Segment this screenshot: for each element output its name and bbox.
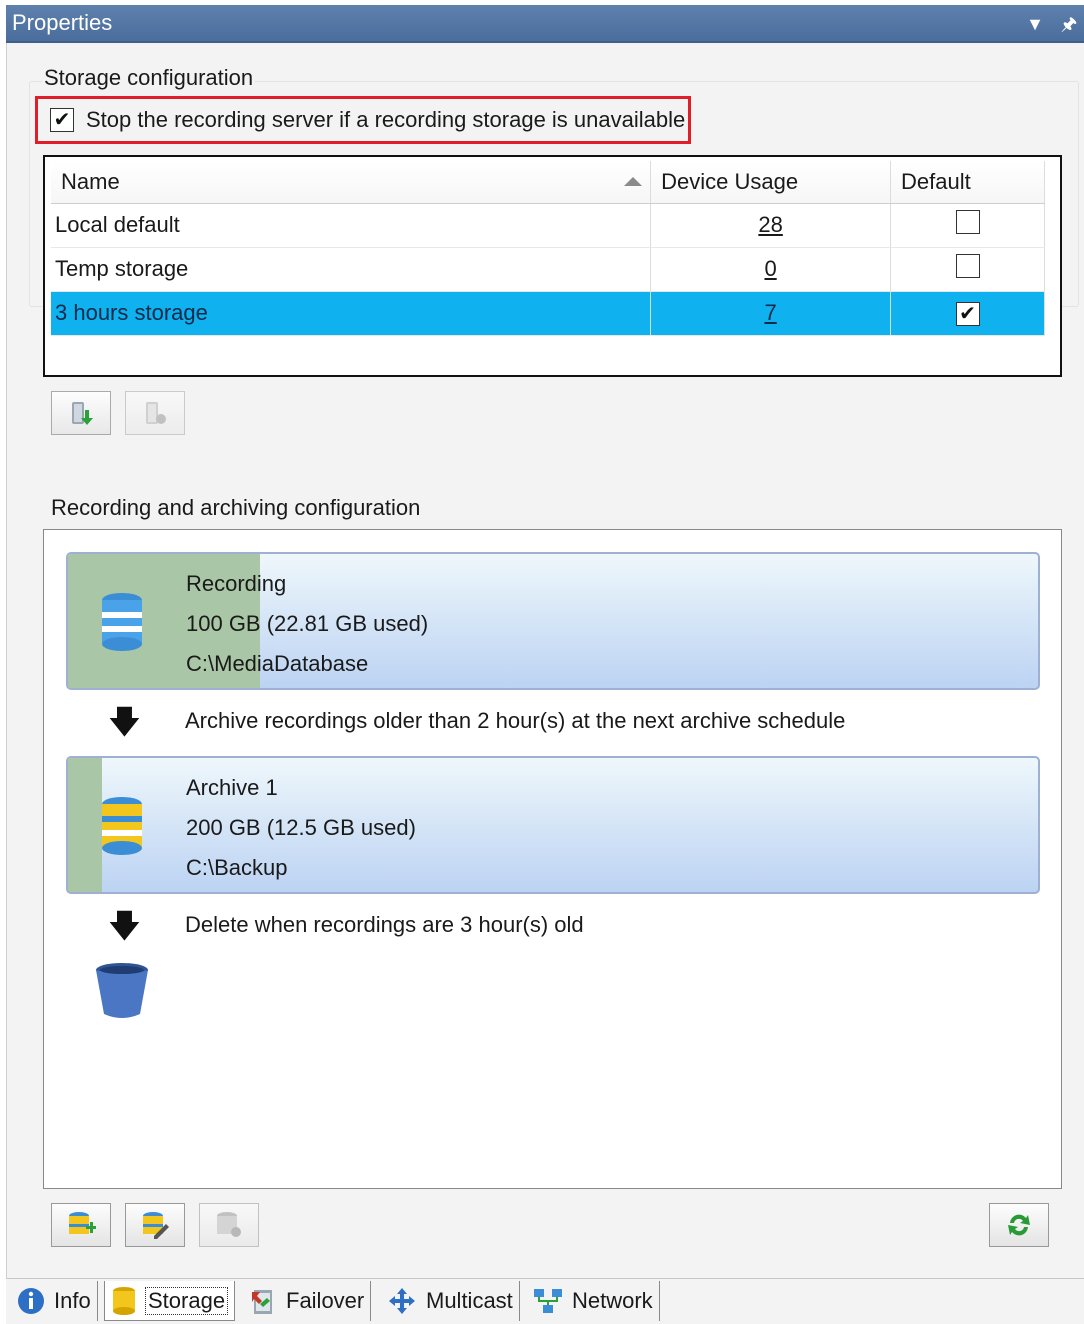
recording-storage-tile[interactable]: Recording 100 GB (22.81 GB used) C:\Medi… [66,552,1040,690]
edit-archive-icon [143,1212,169,1239]
properties-title-bar: Properties ▼ 🖈 [6,5,1084,43]
storage-name: Local default [51,203,652,248]
tab-network[interactable]: Network [526,1281,660,1321]
failover-icon [248,1286,278,1316]
archive-database-icon [102,797,142,855]
storage-icon [111,1286,137,1316]
device-usage-link[interactable]: 7 [650,291,892,336]
archive-path: C:\Backup [186,855,288,880]
multicast-icon [386,1286,418,1316]
add-archive-icon [69,1212,96,1234]
storage-name: Temp storage [51,247,652,292]
table-row[interactable]: Local default 28 [51,203,1045,248]
down-arrow-icon: 🡇 [108,704,141,740]
default-checkbox[interactable]: ✔ [955,302,980,326]
storage-table: Name Device Usage Default Local default … [43,155,1062,377]
remove-archive-button[interactable] [199,1203,259,1247]
tab-info[interactable]: Info [10,1281,98,1321]
recording-size: 100 GB (22.81 GB used) [186,611,429,636]
refresh-icon [1008,1214,1030,1236]
add-storage-icon [72,402,93,425]
archive-rule-text[interactable]: Archive recordings older than 2 hour(s) … [185,708,845,734]
recording-path: C:\MediaDatabase [186,651,369,676]
edit-archive-button[interactable] [125,1203,185,1247]
recording-config-label: Recording and archiving configuration [51,495,421,520]
tab-failover[interactable]: Failover [242,1281,372,1321]
storage-name: 3 hours storage [51,291,652,336]
remove-storage-icon [146,402,166,424]
add-storage-button[interactable] [51,391,111,435]
tab-strip: Info Storage Failover Multicast Network [6,1278,1084,1324]
window-title: Properties [12,10,113,35]
table-row[interactable]: Temp storage 0 [51,247,1045,292]
network-icon [532,1286,564,1316]
device-usage-link[interactable]: 28 [650,203,892,248]
column-header-default[interactable]: Default [890,161,1045,204]
tab-storage[interactable]: Storage [104,1281,236,1321]
database-icon [102,593,142,651]
default-checkbox[interactable] [955,210,980,234]
pin-icon[interactable]: 🖈 [1056,5,1082,41]
dropdown-arrow-icon[interactable]: ▼ [1022,5,1048,41]
tab-multicast[interactable]: Multicast [380,1281,520,1321]
stop-recording-label: Stop the recording server if a recording… [86,107,686,132]
recording-title: Recording [186,571,287,596]
table-header-row: Name Device Usage Default [51,161,1045,204]
table-row-selected[interactable]: 3 hours storage 7 ✔ [51,291,1045,336]
stop-recording-server-option[interactable]: ✔ Stop the recording server if a recordi… [35,96,691,144]
archive-title: Archive 1 [186,775,278,800]
device-usage-link[interactable]: 0 [650,247,892,292]
default-checkbox[interactable] [955,254,980,278]
properties-panel: Storage configuration ✔ Stop the recordi… [6,43,1084,1278]
down-arrow-icon: 🡇 [108,908,141,944]
archive-storage-tile[interactable]: Archive 1 200 GB (12.5 GB used) C:\Backu… [66,756,1040,894]
usage-bar [68,758,102,892]
add-archive-button[interactable] [51,1203,111,1247]
trash-bin-icon [96,963,148,1018]
remove-archive-icon [217,1212,241,1237]
info-icon [16,1286,46,1316]
sort-ascending-icon [624,177,643,186]
stop-recording-checkbox[interactable]: ✔ [50,108,74,132]
column-header-name[interactable]: Name [51,161,652,204]
recording-config-area: Recording 100 GB (22.81 GB used) C:\Medi… [43,529,1062,1189]
column-header-device-usage[interactable]: Device Usage [650,161,892,204]
storage-config-label: Storage configuration [42,65,256,91]
delete-rule-text[interactable]: Delete when recordings are 3 hour(s) old [185,912,584,938]
remove-storage-button[interactable] [125,391,185,435]
refresh-button[interactable] [989,1203,1049,1247]
archive-size: 200 GB (12.5 GB used) [186,815,416,840]
